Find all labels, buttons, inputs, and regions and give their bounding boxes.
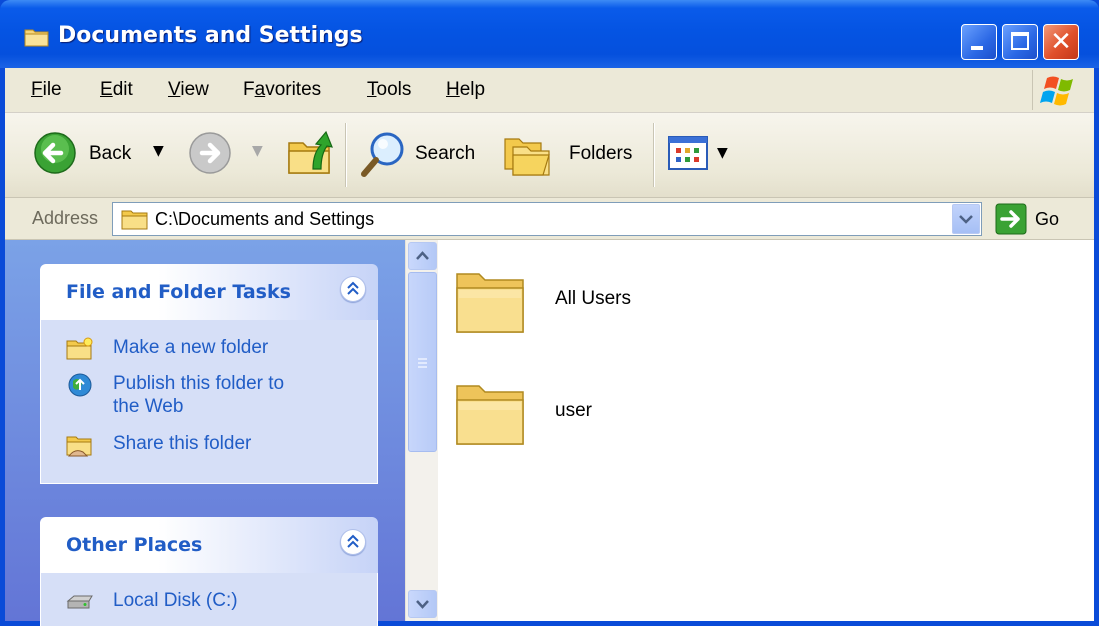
panel-body: Make a new folder Publish this folder to… xyxy=(40,320,378,484)
chevron-up-icon xyxy=(416,251,429,260)
menu-bar: File Edit View Favorites Tools Help xyxy=(5,68,1094,113)
menu-help-label: elp xyxy=(459,79,486,100)
search-button[interactable]: Search xyxy=(359,129,489,179)
panel-title: Other Places xyxy=(66,534,203,556)
task-label: Share this folder xyxy=(113,433,252,454)
collapse-button[interactable] xyxy=(340,276,366,302)
collapse-button[interactable] xyxy=(340,529,366,555)
task-pane-scrollbar[interactable] xyxy=(405,240,438,621)
windows-logo-icon xyxy=(1032,70,1086,110)
chevron-down-icon xyxy=(416,600,429,609)
publish-web-icon xyxy=(68,373,92,397)
chevron-up-icon xyxy=(347,534,359,548)
main-content: File and Folder Tasks Make a new folder … xyxy=(5,240,1094,626)
file-name: All Users xyxy=(555,288,632,309)
panel-title: File and Folder Tasks xyxy=(66,281,291,303)
address-bar: Address C:\Documents and Settings Go xyxy=(5,198,1094,240)
folders-icon xyxy=(504,138,550,176)
other-places-panel: Other Places Local Disk (C:) xyxy=(40,517,378,626)
windows-flag-icon xyxy=(1040,76,1073,106)
folder-icon xyxy=(456,385,524,445)
search-icon xyxy=(361,132,404,177)
standard-toolbar: Back ▼ ▼ Search Folders ▼ xyxy=(5,113,1094,198)
menu-tools-accelerator: T xyxy=(367,79,377,100)
forward-button[interactable]: ▼ xyxy=(188,131,268,177)
toolbar-separator xyxy=(653,123,655,187)
task-pane: File and Folder Tasks Make a new folder … xyxy=(5,240,405,626)
back-label: Back xyxy=(89,143,132,164)
place-label: Local Disk (C:) xyxy=(113,590,238,611)
window-title: Documents and Settings xyxy=(58,23,363,48)
folder-icon xyxy=(121,210,148,230)
forward-dropdown-icon[interactable]: ▼ xyxy=(252,143,263,159)
scroll-down-button[interactable] xyxy=(408,590,437,618)
menu-edit[interactable]: Edit xyxy=(100,79,133,101)
forward-arrow-icon xyxy=(189,132,231,174)
menu-favorites-prefix: F xyxy=(243,79,255,100)
menu-tools[interactable]: Tools xyxy=(367,79,411,101)
local-disk-icon xyxy=(66,595,93,609)
menu-view-label: iew xyxy=(180,79,209,100)
back-dropdown-icon[interactable]: ▼ xyxy=(153,143,164,159)
scroll-thumb[interactable] xyxy=(408,272,437,452)
panel-header[interactable]: File and Folder Tasks xyxy=(40,264,378,320)
views-dropdown-icon[interactable]: ▼ xyxy=(717,145,728,161)
close-button[interactable]: ✕ xyxy=(1043,24,1079,60)
menu-view-accelerator: V xyxy=(168,79,181,100)
panel-header[interactable]: Other Places xyxy=(40,517,378,573)
menu-file-label: ile xyxy=(42,79,62,100)
file-name: user xyxy=(555,400,592,421)
task-label-line1: Publish this folder to xyxy=(113,373,285,394)
share-folder-icon xyxy=(66,436,92,457)
task-label-line2: the Web xyxy=(113,396,184,417)
maximize-icon xyxy=(1011,32,1029,50)
title-bar[interactable]: Documents and Settings ✕ xyxy=(0,0,1099,68)
views-icon xyxy=(668,136,708,170)
back-arrow-icon xyxy=(34,132,76,174)
address-dropdown-button[interactable] xyxy=(952,204,980,234)
menu-help[interactable]: Help xyxy=(446,79,485,101)
explorer-window: Documents and Settings ✕ File Edit View … xyxy=(0,0,1099,626)
menu-help-accelerator: H xyxy=(446,79,460,100)
go-button[interactable]: Go xyxy=(995,202,1083,236)
close-icon: ✕ xyxy=(1050,27,1072,57)
go-arrow-icon xyxy=(995,203,1027,235)
panel-body: Local Disk (C:) xyxy=(40,573,378,626)
menu-file-accelerator: F xyxy=(31,79,43,100)
search-label: Search xyxy=(415,143,476,164)
chevron-up-icon xyxy=(347,281,359,295)
chevron-down-icon xyxy=(959,215,973,224)
menu-edit-accelerator: E xyxy=(100,79,113,100)
scroll-up-button[interactable] xyxy=(408,242,437,270)
menu-view[interactable]: View xyxy=(168,79,209,101)
minimize-icon xyxy=(971,46,983,50)
up-folder-icon xyxy=(288,130,333,174)
toolbar-separator xyxy=(345,123,347,187)
maximize-button[interactable] xyxy=(1002,24,1038,60)
back-button[interactable]: Back ▼ xyxy=(33,131,178,177)
address-label: Address xyxy=(32,208,99,228)
grip-icon xyxy=(418,358,427,368)
views-button[interactable]: ▼ xyxy=(667,135,737,175)
minimize-button[interactable] xyxy=(961,24,997,60)
menu-file[interactable]: File xyxy=(31,79,62,101)
menu-favorites[interactable]: Favorites xyxy=(243,79,321,101)
task-label: Make a new folder xyxy=(113,337,269,358)
folders-label: Folders xyxy=(569,143,633,164)
address-input[interactable]: C:\Documents and Settings xyxy=(112,202,982,236)
menu-favorites-label: vorites xyxy=(265,79,322,100)
file-folder-tasks-panel: File and Folder Tasks Make a new folder … xyxy=(40,264,378,484)
menu-edit-label: dit xyxy=(112,79,133,100)
file-item-all-users[interactable]: All Users xyxy=(451,260,771,360)
folder-icon xyxy=(456,273,524,333)
folders-button[interactable]: Folders xyxy=(503,129,643,179)
folder-icon xyxy=(24,29,49,47)
address-value: C:\Documents and Settings xyxy=(155,209,375,229)
menu-favorites-accelerator: a xyxy=(254,79,266,100)
new-folder-icon xyxy=(66,337,93,360)
menu-tools-label: ools xyxy=(376,79,412,100)
go-label: Go xyxy=(1035,209,1060,229)
up-button[interactable] xyxy=(285,127,335,179)
file-item-user[interactable]: user xyxy=(451,372,771,472)
